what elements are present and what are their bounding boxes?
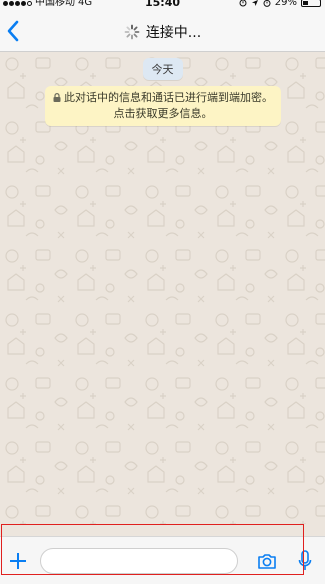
camera-button[interactable]: [257, 551, 277, 571]
encryption-notice-text: 此对话中的信息和通话已进行端到端加密。点击获取更多信息。: [64, 91, 273, 120]
alarm-icon: [263, 0, 271, 7]
nav-bar: 连接中...: [0, 10, 325, 52]
encryption-notice[interactable]: 此对话中的信息和通话已进行端到端加密。点击获取更多信息。: [45, 86, 281, 126]
battery-icon: [301, 0, 321, 7]
attach-button[interactable]: [8, 551, 28, 571]
battery-percent: 29%: [274, 0, 297, 8]
nav-title: 连接中...: [0, 22, 325, 42]
chat-area[interactable]: 今天 此对话中的信息和通话已进行端到端加密。点击获取更多信息。: [0, 52, 325, 524]
date-label: 今天: [142, 58, 183, 80]
camera-icon: [258, 554, 276, 569]
status-bar: 中国移动 4G 15:40 29%: [0, 0, 325, 10]
microphone-icon: [298, 550, 312, 570]
input-bar: [0, 536, 325, 584]
alarm-icon: [239, 0, 247, 7]
date-divider: 今天: [0, 58, 325, 80]
status-right: 29%: [239, 0, 321, 8]
lock-icon: [53, 93, 61, 102]
connection-status-title: 连接中...: [145, 25, 202, 41]
message-input[interactable]: [40, 548, 238, 574]
plus-icon: [10, 553, 26, 569]
microphone-button[interactable]: [298, 549, 312, 573]
location-arrow-icon: [251, 0, 258, 6]
loading-spinner-icon: [124, 24, 140, 40]
